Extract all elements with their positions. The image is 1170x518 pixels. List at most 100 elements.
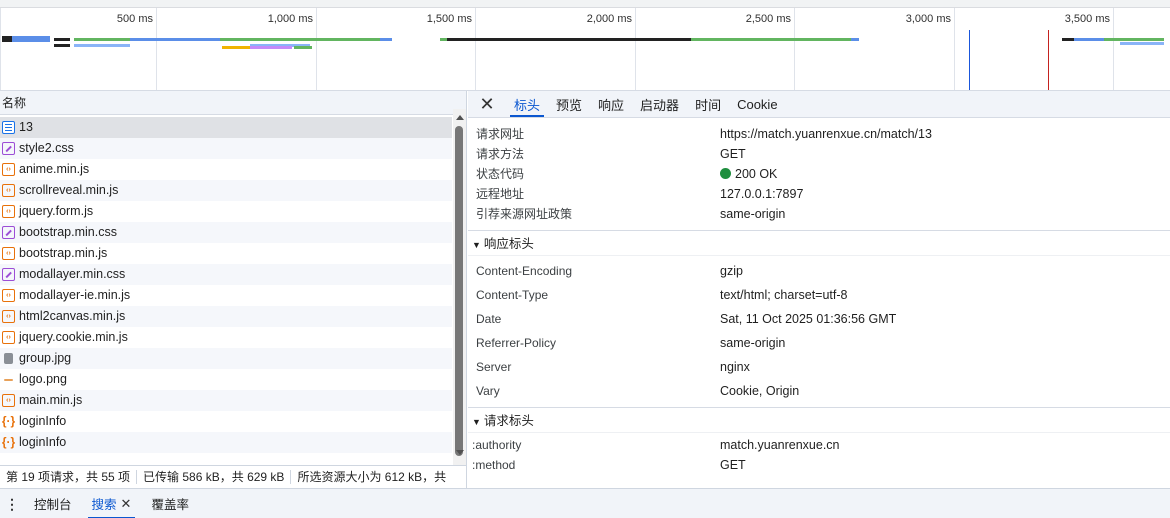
header-value[interactable]: GET <box>720 455 746 475</box>
response-header-row: Content-Type text/html; charset=utf-8 <box>468 283 1170 307</box>
request-name: 13 <box>19 120 33 134</box>
request-row[interactable]: ‹› modallayer-ie.min.js <box>0 285 452 306</box>
script-icon: ‹› <box>2 310 15 323</box>
header-value[interactable]: GET <box>720 144 746 164</box>
request-name: style2.css <box>19 141 74 155</box>
header-value[interactable]: 127.0.0.1:7897 <box>720 184 803 204</box>
scroll-down-icon[interactable] <box>456 450 464 455</box>
dom-content-loaded-marker <box>969 30 970 90</box>
request-row[interactable]: ‹› jquery.cookie.min.js <box>0 327 452 348</box>
header-value[interactable]: 200 OK <box>720 164 777 184</box>
bottom-drawer-tabs: ⋮ 控制台 搜索 ✕ 覆盖率 <box>0 488 1170 518</box>
header-value[interactable]: https://match.yuanrenxue.cn/match/13 <box>720 124 932 144</box>
section-title: 请求标头 <box>483 414 534 428</box>
timeline-tick: 3,500 ms <box>1065 8 1114 90</box>
request-name: modallayer-ie.min.js <box>19 288 131 302</box>
waterfall-bar <box>691 38 851 41</box>
waterfall-bar <box>1074 38 1104 41</box>
timeline-tick-label: 2,500 ms <box>745 13 791 25</box>
response-header-row: Vary Cookie, Origin <box>468 379 1170 403</box>
request-row[interactable]: modallayer.min.css <box>0 264 452 285</box>
more-menu-icon[interactable]: ⋮ <box>0 497 24 511</box>
general-row: 远程地址 127.0.0.1:7897 <box>468 184 1170 204</box>
request-name: bootstrap.min.css <box>19 225 117 239</box>
timeline-tick <box>0 8 1 90</box>
network-overview-timeline[interactable]: 500 ms 1,000 ms 1,500 ms 2,000 ms 2,500 … <box>0 8 1170 91</box>
header-value[interactable]: Cookie, Origin <box>720 379 799 403</box>
scroll-up-icon[interactable] <box>456 115 464 120</box>
tab-response[interactable]: 响应 <box>590 91 632 117</box>
request-row[interactable]: ‹› jquery.form.js <box>0 201 452 222</box>
browser-top-strip <box>0 0 1170 8</box>
header-key: 远程地址 <box>476 187 525 201</box>
general-row: 引荐来源网址政策 same-origin <box>468 204 1170 224</box>
header-value[interactable]: gzip <box>720 259 743 283</box>
fetch-icon: {·} <box>1 435 16 449</box>
transferred-size: 已传输 586 kB，共 629 kB <box>137 470 292 484</box>
timeline-tick-label: 2,000 ms <box>586 13 632 25</box>
request-row[interactable]: ‹› scrollreveal.min.js <box>0 180 452 201</box>
request-row[interactable]: group.jpg <box>0 348 452 369</box>
waterfall-bar <box>222 46 250 49</box>
general-section: 请求网址 https://match.yuanrenxue.cn/match/13… <box>468 118 1170 224</box>
request-row[interactable]: ‹› main.min.js <box>0 390 452 411</box>
timeline-tick-label: 1,000 ms <box>267 13 313 25</box>
close-icon[interactable]: ✕ <box>121 496 132 512</box>
header-value[interactable]: match.yuanrenxue.cn <box>720 435 840 455</box>
document-icon <box>2 121 15 134</box>
timeline-tick-label: 500 ms <box>116 13 153 25</box>
load-event-marker <box>1048 30 1049 90</box>
header-value[interactable]: same-origin <box>720 204 785 224</box>
header-value[interactable]: text/html; charset=utf-8 <box>720 283 847 307</box>
waterfall-bar <box>54 44 70 47</box>
header-value[interactable]: nginx <box>720 355 750 379</box>
request-row[interactable]: ‹› bootstrap.min.js <box>0 243 452 264</box>
response-headers-toggle[interactable]: ▼ 响应标头 <box>468 230 1170 256</box>
drawer-tab-console[interactable]: 控制台 <box>24 489 82 518</box>
timeline-tick-label: 3,500 ms <box>1064 13 1110 25</box>
request-name: loginInfo <box>19 435 67 449</box>
header-key: 请求方法 <box>476 147 525 161</box>
request-name: jquery.form.js <box>19 204 94 218</box>
header-key: Referrer-Policy <box>476 336 557 350</box>
column-header-name[interactable]: 名称 <box>0 91 466 115</box>
tab-headers[interactable]: 标头 <box>506 91 548 117</box>
request-row[interactable]: ‹› html2canvas.min.js <box>0 306 452 327</box>
details-tab-bar: ✕ 标头 预览 响应 启动器 时间 Cookie <box>468 91 1170 118</box>
script-icon: ‹› <box>2 205 15 218</box>
script-icon: ‹› <box>2 247 15 260</box>
request-row[interactable]: {·} loginInfo <box>0 432 452 453</box>
drawer-tab-coverage[interactable]: 覆盖率 <box>141 489 199 518</box>
tab-timing[interactable]: 时间 <box>687 91 729 117</box>
script-icon: ‹› <box>2 289 15 302</box>
request-row[interactable]: {·} loginInfo <box>0 411 452 432</box>
request-row[interactable]: bootstrap.min.css <box>0 222 452 243</box>
drawer-tab-search[interactable]: 搜索 ✕ <box>82 489 142 518</box>
waterfall-bar <box>447 38 691 41</box>
request-name: modallayer.min.css <box>19 267 126 281</box>
tab-initiator[interactable]: 启动器 <box>632 91 687 117</box>
waterfall-bar <box>2 36 12 42</box>
header-value[interactable]: same-origin <box>720 331 785 355</box>
timeline-tick: 1,500 ms <box>427 8 476 90</box>
request-name: scrollreveal.min.js <box>19 183 119 197</box>
request-row[interactable]: style2.css <box>0 138 452 159</box>
image-icon <box>4 353 13 364</box>
request-row[interactable]: 13 <box>0 117 452 138</box>
request-row[interactable]: ‹› anime.min.js <box>0 159 452 180</box>
request-header-row: :authority match.yuanrenxue.cn <box>468 435 1170 455</box>
request-row[interactable]: logo.png <box>0 369 452 390</box>
triangle-down-icon: ▼ <box>472 240 481 250</box>
request-headers-toggle[interactable]: ▼ 请求标头 <box>468 407 1170 433</box>
close-icon[interactable]: ✕ <box>468 91 506 117</box>
request-count: 第 19 项请求，共 55 项 <box>0 470 138 484</box>
response-header-row: Date Sat, 11 Oct 2025 01:36:56 GMT <box>468 307 1170 331</box>
tab-cookies[interactable]: Cookie <box>729 91 785 117</box>
request-list-scrollbar[interactable] <box>453 109 466 465</box>
image-icon <box>4 378 13 381</box>
header-key: 状态代码 <box>476 167 525 181</box>
scrollbar-thumb[interactable] <box>455 126 463 456</box>
script-icon: ‹› <box>2 394 15 407</box>
tab-preview[interactable]: 预览 <box>548 91 590 117</box>
header-value[interactable]: Sat, 11 Oct 2025 01:36:56 GMT <box>720 307 896 331</box>
